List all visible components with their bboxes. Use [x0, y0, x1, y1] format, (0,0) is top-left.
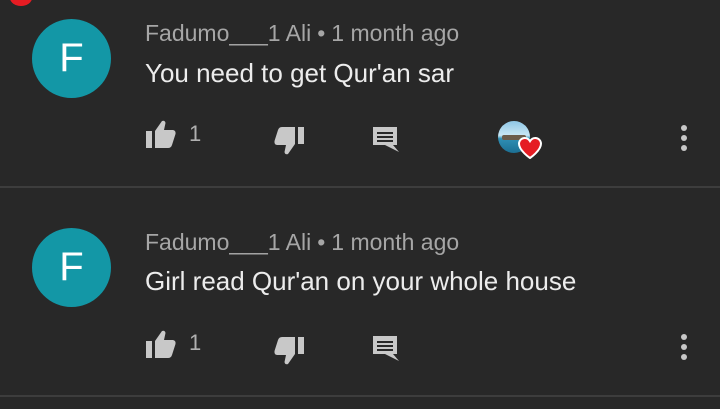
comment-text: Girl read Qur'an on your whole house: [145, 266, 577, 296]
reply-icon[interactable]: [371, 125, 399, 153]
comment-meta: Fadumo___1 Ali • 1 month ago: [145, 229, 459, 256]
more-vert-icon[interactable]: [680, 334, 688, 360]
comment-item: F Fadumo___1 Ali • 1 month ago Girl read Q…: [0, 188, 720, 374]
heart-icon: [518, 137, 542, 159]
thumb-up-icon[interactable]: [146, 120, 176, 148]
comment-text: You need to get Qur'an sar: [145, 58, 455, 88]
avatar[interactable]: F: [32, 228, 111, 307]
thumb-up-icon[interactable]: [146, 330, 176, 358]
author-name[interactable]: Fadumo___1 Ali: [145, 229, 311, 255]
creator-heart-badge: [498, 121, 544, 161]
comment-time: 1 month ago: [331, 20, 460, 46]
comment-meta: Fadumo___1 Ali • 1 month ago: [145, 20, 459, 47]
like-count: 1: [189, 121, 202, 146]
author-name[interactable]: Fadumo___1 Ali: [145, 20, 311, 46]
more-vert-icon[interactable]: [680, 125, 688, 151]
avatar[interactable]: F: [32, 19, 111, 98]
divider: [0, 395, 720, 397]
comment-time: 1 month ago: [331, 229, 460, 255]
meta-separator: •: [317, 229, 326, 255]
reply-icon[interactable]: [371, 334, 399, 362]
thumb-down-icon[interactable]: [274, 337, 304, 365]
thumb-down-icon[interactable]: [274, 127, 304, 155]
comment-item: F Fadumo___1 Ali • 1 month ago You need to…: [0, 0, 720, 186]
meta-separator: •: [317, 20, 326, 46]
like-count: 1: [189, 330, 202, 355]
